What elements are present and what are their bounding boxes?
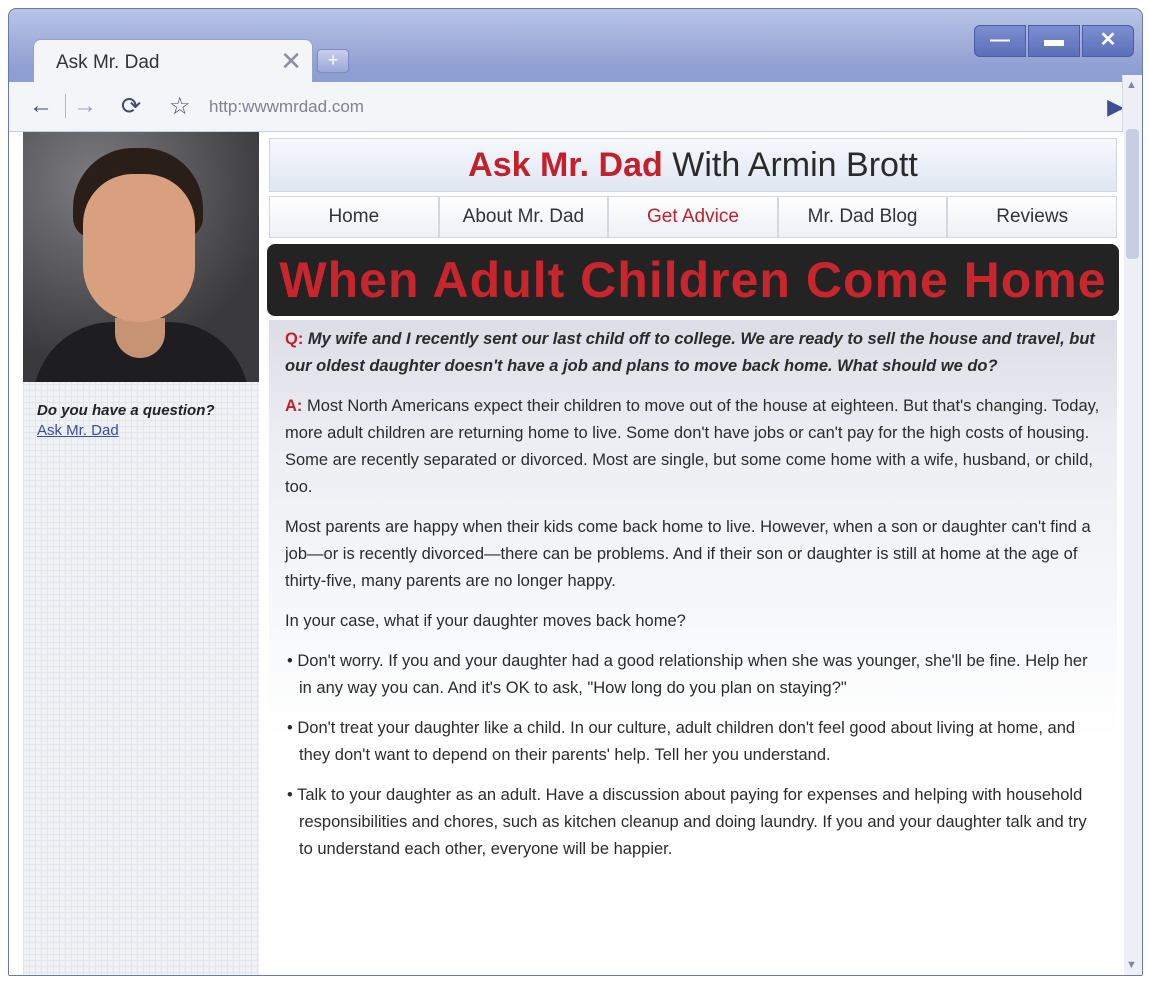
ask-mr-dad-link[interactable]: Ask Mr. Dad (37, 422, 119, 439)
nav-about[interactable]: About Mr. Dad (438, 196, 609, 238)
article-paragraph: Most parents are happy when their kids c… (285, 518, 1091, 590)
author-photo (23, 132, 259, 382)
window-controls: — ▬ ✕ (974, 25, 1134, 57)
main-content: Ask Mr. Dad With Armin Brott Home About … (267, 132, 1119, 975)
maximize-button[interactable]: ▬ (1028, 25, 1080, 57)
question-paragraph: Q: My wife and I recently sent our last … (285, 326, 1101, 380)
article-paragraph: In your case, what if your daughter move… (285, 612, 686, 630)
page-title: When Adult Children Come Home (267, 244, 1119, 316)
answer-paragraph: A: Most North Americans expect their chi… (285, 393, 1101, 501)
advice-bullet: • Don't worry. If you and your daughter … (287, 652, 1088, 697)
nav-divider (65, 94, 66, 118)
site-brand[interactable]: Ask Mr. Dad (468, 146, 663, 184)
site-brand-suffix: With Armin Brott (662, 146, 918, 184)
scrollbar[interactable]: ▲ ▼ (1122, 75, 1142, 975)
sidebar: Do you have a question? Ask Mr. Dad (23, 132, 259, 975)
advice-bullet: • Don't treat your daughter like a child… (287, 719, 1076, 764)
bookmark-star-icon[interactable]: ☆ (169, 92, 191, 121)
new-tab-button[interactable]: + (317, 49, 349, 73)
site-banner: Ask Mr. Dad With Armin Brott (269, 138, 1117, 192)
browser-window: Ask Mr. Dad ✕ + — ▬ ✕ ← → ⟳ ☆ http:wwwmr… (8, 8, 1143, 976)
scroll-down-icon[interactable]: ▼ (1126, 959, 1137, 971)
forward-arrow-icon[interactable]: → (73, 92, 97, 120)
browser-toolbar: ← → ⟳ ☆ http:wwwmrdad.com ▶ (9, 82, 1142, 132)
browser-tab[interactable]: Ask Mr. Dad ✕ (33, 39, 313, 83)
close-window-button[interactable]: ✕ (1082, 25, 1134, 57)
address-bar[interactable]: http:wwwmrdad.com (209, 92, 1069, 122)
q-label: Q: (285, 330, 304, 348)
tab-title: Ask Mr. Dad (56, 52, 160, 73)
a-label: A: (285, 397, 303, 415)
advice-bullet: • Talk to your daughter as an adult. Hav… (287, 786, 1087, 858)
nav-get-advice[interactable]: Get Advice (608, 196, 778, 238)
reload-icon[interactable]: ⟳ (121, 92, 141, 121)
photo-face (83, 174, 195, 322)
article-body: Q: My wife and I recently sent our last … (269, 320, 1117, 975)
nav-blog[interactable]: Mr. Dad Blog (777, 196, 948, 238)
nav-home[interactable]: Home (269, 196, 439, 238)
close-tab-icon[interactable]: ✕ (280, 46, 302, 77)
page-viewport: Do you have a question? Ask Mr. Dad Ask … (9, 132, 1124, 975)
sidebar-question: Do you have a question? (37, 402, 215, 419)
question-text: My wife and I recently sent our last chi… (285, 330, 1095, 375)
site-nav: Home About Mr. Dad Get Advice Mr. Dad Bl… (269, 196, 1117, 238)
scroll-thumb[interactable] (1126, 129, 1139, 259)
nav-reviews[interactable]: Reviews (947, 196, 1117, 238)
minimize-button[interactable]: — (974, 25, 1026, 57)
back-arrow-icon[interactable]: ← (29, 92, 53, 120)
scroll-up-icon[interactable]: ▲ (1126, 79, 1137, 91)
answer-text: Most North Americans expect their childr… (285, 397, 1100, 496)
